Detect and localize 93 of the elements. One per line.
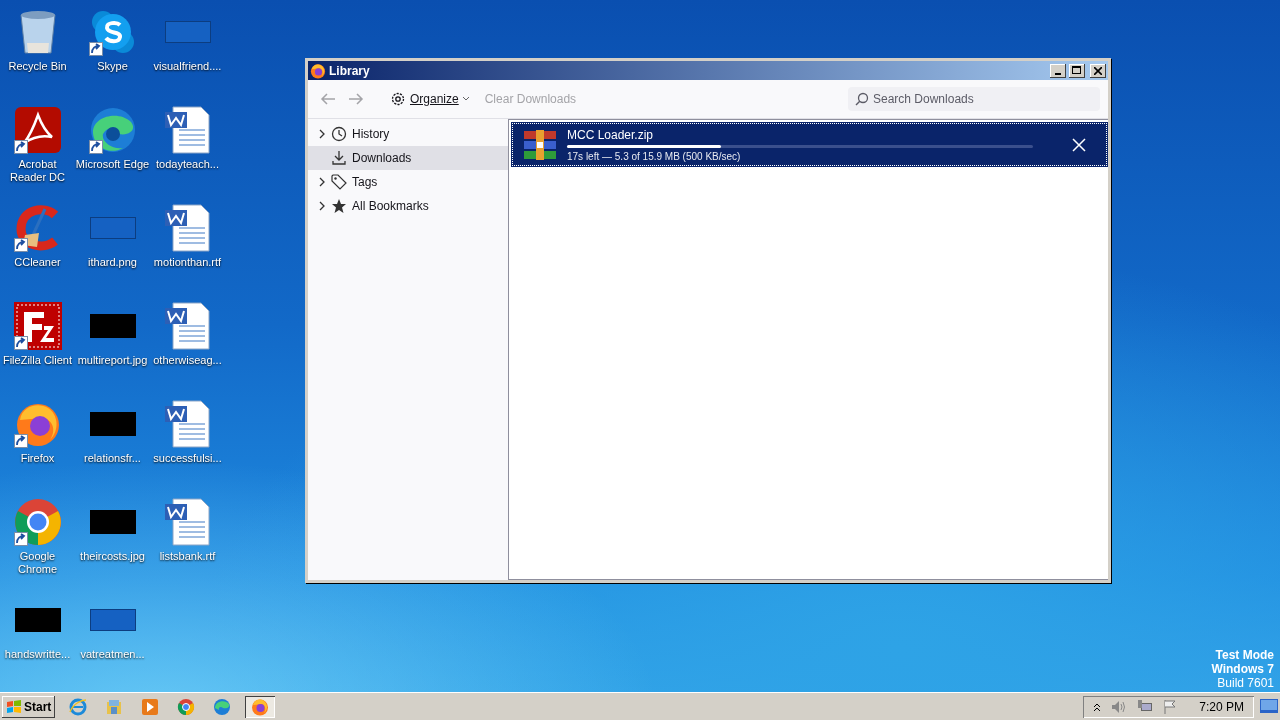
desktop-icon-label[interactable]: successfulsi... xyxy=(150,452,225,465)
caret-icon xyxy=(462,97,469,101)
download-item[interactable]: MCC Loader.zip 17s left — 5.3 of 15.9 MB (500 KB/sec) xyxy=(511,122,1108,167)
chevron-icon xyxy=(318,177,326,187)
desktop-icon-label[interactable]: CCleaner xyxy=(0,256,75,269)
chevron-icon xyxy=(318,201,326,211)
desktop-icon-label[interactable]: ithard.png xyxy=(75,256,150,269)
desktop-icon-label[interactable]: motionthan.rtf xyxy=(150,256,225,269)
minimize-icon xyxy=(1055,72,1061,75)
broom-icon xyxy=(14,205,61,251)
desktop-icon-label[interactable]: Google Chrome xyxy=(0,550,75,576)
search-field[interactable]: Search Downloads xyxy=(848,87,1100,111)
sidebar-item[interactable]: Tags xyxy=(308,170,508,194)
star-icon xyxy=(331,198,347,214)
browser-icon xyxy=(310,62,326,79)
document-icon xyxy=(164,400,211,448)
download-status: 17s left — 5.3 of 15.9 MB (500 KB/sec) xyxy=(567,150,742,162)
shortcut-arrow-icon xyxy=(13,434,28,448)
browser-icon xyxy=(13,498,62,546)
shortcut-arrow-icon xyxy=(13,532,28,546)
document-icon xyxy=(164,498,211,546)
sidebar-item[interactable]: Downloads xyxy=(308,146,508,170)
desktop-icon-label[interactable]: FileZilla Client xyxy=(0,354,75,367)
desktop-icon-label[interactable]: todayteach... xyxy=(150,158,225,171)
chevron-up-icon[interactable] xyxy=(1093,701,1102,712)
network-icon[interactable] xyxy=(1137,699,1154,714)
image-file-icon xyxy=(89,510,136,534)
folder-icon xyxy=(105,697,124,716)
window-title: Library xyxy=(329,63,371,78)
desktop-icon-label[interactable]: multireport.jpg xyxy=(75,354,150,367)
shortcut-arrow-icon xyxy=(13,140,28,154)
desktop-icon-label[interactable]: Acrobat Reader DC xyxy=(0,158,75,184)
sidebar-item[interactable]: History xyxy=(308,122,508,146)
flag-icon[interactable] xyxy=(1163,699,1178,714)
desktop-icon-label[interactable]: Skype xyxy=(75,60,150,73)
maximize-button[interactable] xyxy=(1069,63,1085,78)
show-desktop-icon[interactable] xyxy=(1260,698,1278,715)
settings-icon xyxy=(390,91,406,107)
image-file-icon xyxy=(164,21,211,43)
close-icon xyxy=(1094,66,1102,75)
system-watermark-text: Build 7601 xyxy=(1217,676,1274,690)
arrow-icon xyxy=(320,91,336,107)
image-file-icon xyxy=(89,217,136,239)
windows-logo-icon xyxy=(6,699,22,714)
start-button[interactable]: Start xyxy=(2,695,56,718)
desktop-icon-label[interactable]: visualfriend.... xyxy=(150,60,225,73)
download-icon xyxy=(331,150,347,166)
arrow-icon xyxy=(348,91,364,107)
desktop-icon-label[interactable]: Firefox xyxy=(0,452,75,465)
image-file-icon xyxy=(14,608,61,632)
file-name: MCC Loader.zip xyxy=(567,127,655,142)
shortcut-arrow-icon xyxy=(13,336,28,350)
desktop-icon-label[interactable]: otherwiseag... xyxy=(150,354,225,367)
desktop-icon-label[interactable]: listsbank.rtf xyxy=(150,550,225,563)
desktop-icon-label[interactable]: relationsfr... xyxy=(75,452,150,465)
close-button[interactable] xyxy=(1090,63,1106,78)
image-file-icon xyxy=(89,314,136,338)
app-icon xyxy=(13,302,62,350)
browser-icon xyxy=(251,697,270,716)
tag-icon xyxy=(331,174,347,190)
document-icon xyxy=(164,106,211,154)
image-file-icon xyxy=(89,609,136,631)
shortcut-arrow-icon xyxy=(88,140,103,154)
search-icon xyxy=(855,92,869,106)
archive-icon xyxy=(523,129,557,160)
document-icon xyxy=(164,302,211,350)
browser-icon xyxy=(69,697,88,716)
desktop-icon-label[interactable]: theircosts.jpg xyxy=(75,550,150,563)
image-file-icon xyxy=(89,412,136,436)
desktop-icon-label[interactable]: Recycle Bin xyxy=(0,60,75,73)
media-player-icon xyxy=(141,697,160,716)
speaker-icon[interactable] xyxy=(1111,699,1128,714)
minimize-button[interactable] xyxy=(1050,63,1066,78)
close-icon xyxy=(1072,137,1086,152)
document-app-icon xyxy=(14,107,61,153)
clock-icon xyxy=(331,126,347,142)
organize-button[interactable]: Organize xyxy=(386,87,473,111)
speech-bubble-icon xyxy=(90,10,135,54)
taskbar-app-button[interactable] xyxy=(245,695,276,718)
document-icon xyxy=(164,204,211,252)
browser-icon xyxy=(177,697,196,716)
sidebar-item[interactable]: All Bookmarks xyxy=(308,194,508,218)
clock[interactable]: 7:20 PM xyxy=(1199,699,1244,714)
chevron-icon xyxy=(318,129,326,139)
system-watermark-text: Windows 7 xyxy=(1211,662,1274,676)
desktop-icon-label[interactable]: Microsoft Edge xyxy=(75,158,150,171)
shortcut-arrow-icon xyxy=(13,238,28,252)
maximize-icon xyxy=(1072,66,1082,75)
recycle-bin-icon xyxy=(17,9,58,55)
browser-icon xyxy=(88,106,137,154)
system-watermark-text: Test Mode xyxy=(1215,648,1274,662)
browser-icon xyxy=(213,697,232,716)
shortcut-arrow-icon xyxy=(88,42,103,56)
